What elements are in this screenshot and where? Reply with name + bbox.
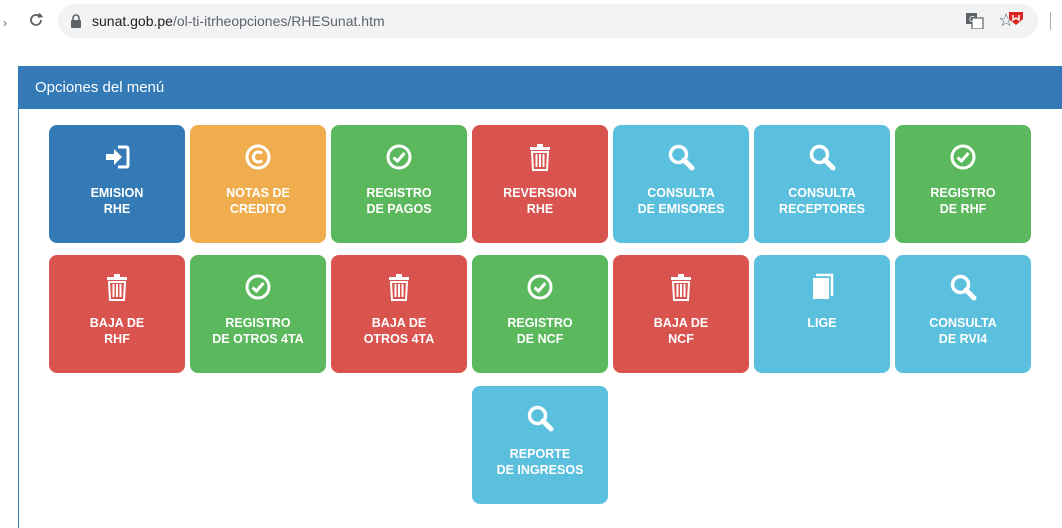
notas-de-credito-tile-button[interactable]: NOTAS DE CREDITO bbox=[190, 125, 326, 243]
registro-de-ncf-tile-button[interactable]: REGISTRO DE NCF bbox=[472, 255, 608, 373]
tile-label-line2: RHE bbox=[103, 202, 131, 216]
copyright-circle-icon bbox=[244, 143, 272, 171]
tile-label-line1: LIGE bbox=[807, 316, 837, 330]
tile-label-line1: REGISTRO bbox=[366, 186, 432, 200]
tile-label-line2: RHF bbox=[104, 332, 130, 346]
trash-icon bbox=[526, 143, 554, 171]
tile-label: REPORTE DE INGRESOS bbox=[472, 446, 608, 478]
url-path: /ol-ti-itrheopciones/RHESunat.htm bbox=[172, 13, 385, 29]
tile-label-line1: NOTAS DE bbox=[226, 186, 290, 200]
reporte-de-ingresos-tile-button[interactable]: REPORTE DE INGRESOS bbox=[472, 386, 608, 504]
panel-title: Opciones del menú bbox=[19, 67, 1062, 109]
consulta-de-rvi4-tile-button[interactable]: CONSULTA DE RVI4 bbox=[895, 255, 1031, 373]
address-bar[interactable]: sunat.gob.pe/ol-ti-itrheopciones/RHESuna… bbox=[58, 4, 1038, 38]
tile-label-line2: DE OTROS 4TA bbox=[212, 332, 304, 346]
lige-tile-button[interactable]: LIGE bbox=[754, 255, 890, 373]
trash-icon bbox=[385, 273, 413, 301]
url-host: sunat.gob.pe bbox=[92, 13, 173, 29]
tile-label: BAJA DE NCF bbox=[613, 315, 749, 347]
tile-label-line2: DE RVI4 bbox=[938, 332, 988, 346]
tile-label: LIGE bbox=[754, 315, 890, 331]
tile-label-line2: DE PAGOS bbox=[366, 202, 432, 216]
tile-label: CONSULTA DE EMISORES bbox=[613, 185, 749, 217]
tile-label: REGISTRO DE NCF bbox=[472, 315, 608, 347]
check-circle-icon bbox=[385, 143, 413, 171]
registro-de-rhf-tile-button[interactable]: REGISTRO DE RHF bbox=[895, 125, 1031, 243]
baja-de-otros-4ta-tile-button[interactable]: BAJA DE OTROS 4TA bbox=[331, 255, 467, 373]
tile-label-line1: CONSULTA bbox=[647, 186, 715, 200]
baja-de-ncf-tile-button[interactable]: BAJA DE NCF bbox=[613, 255, 749, 373]
tile-label-line2: DE RHF bbox=[939, 202, 987, 216]
tile-label: CONSULTA DE RVI4 bbox=[895, 315, 1031, 347]
check-circle-icon bbox=[244, 273, 272, 301]
tile-label: REGISTRO DE RHF bbox=[895, 185, 1031, 217]
consulta-receptores-tile-button[interactable]: CONSULTA RECEPTORES bbox=[754, 125, 890, 243]
tile-label-line2: CREDITO bbox=[229, 202, 287, 216]
tile-label-line2: DE EMISORES bbox=[637, 202, 725, 216]
tile-label-line1: CONSULTA bbox=[929, 316, 997, 330]
book-icon bbox=[808, 273, 836, 301]
tile-label-line1: CONSULTA bbox=[788, 186, 856, 200]
check-circle-icon bbox=[526, 273, 554, 301]
tile-label-line2: RECEPTORES bbox=[779, 202, 865, 216]
tile-label-line2: DE INGRESOS bbox=[496, 463, 584, 477]
consulta-de-emisores-tile-button[interactable]: CONSULTA DE EMISORES bbox=[613, 125, 749, 243]
tile-label-line1: REPORTE bbox=[509, 447, 571, 461]
url-text[interactable]: sunat.gob.pe/ol-ti-itrheopciones/RHESuna… bbox=[92, 13, 385, 29]
tile-label-line2: NCF bbox=[668, 332, 694, 346]
tile-label-line1: REGISTRO bbox=[930, 186, 996, 200]
emision-rhe-tile-button[interactable]: EMISION RHE bbox=[49, 125, 185, 243]
tile-label: EMISION RHE bbox=[49, 185, 185, 217]
tile-label-line1: BAJA DE bbox=[371, 316, 427, 330]
sign-in-icon bbox=[103, 143, 131, 171]
forward-icon[interactable]: › bbox=[3, 16, 7, 30]
tile-label-line1: BAJA DE bbox=[89, 316, 145, 330]
tile-label-line2: RHE bbox=[526, 202, 554, 216]
translate-icon[interactable]: G bbox=[966, 13, 984, 30]
tile-label: REGISTRO DE PAGOS bbox=[331, 185, 467, 217]
tile-label: BAJA DE OTROS 4TA bbox=[331, 315, 467, 347]
registro-de-pagos-tile-button[interactable]: REGISTRO DE PAGOS bbox=[331, 125, 467, 243]
trash-icon bbox=[667, 273, 695, 301]
reload-icon[interactable] bbox=[26, 10, 46, 30]
registro-de-otros-4ta-tile-button[interactable]: REGISTRO DE OTROS 4TA bbox=[190, 255, 326, 373]
tile-label: NOTAS DE CREDITO bbox=[190, 185, 326, 217]
search-icon bbox=[949, 273, 977, 301]
tile-label: REVERSION RHE bbox=[472, 185, 608, 217]
trash-icon bbox=[103, 273, 131, 301]
tile-label-line1: REGISTRO bbox=[225, 316, 291, 330]
search-icon bbox=[667, 143, 695, 171]
search-icon bbox=[526, 404, 554, 432]
tile-label: REGISTRO DE OTROS 4TA bbox=[190, 315, 326, 347]
tile-label-line1: REGISTRO bbox=[507, 316, 573, 330]
search-icon bbox=[808, 143, 836, 171]
extension-shield-icon[interactable] bbox=[1008, 11, 1024, 25]
check-circle-icon bbox=[949, 143, 977, 171]
tile-label: CONSULTA RECEPTORES bbox=[754, 185, 890, 217]
baja-de-rhf-tile-button[interactable]: BAJA DE RHF bbox=[49, 255, 185, 373]
tile-label-line1: EMISION bbox=[90, 186, 144, 200]
tile-label-line1: REVERSION bbox=[503, 186, 577, 200]
svg-text:G: G bbox=[969, 15, 975, 24]
browser-toolbar: › sunat.gob.pe/ol-ti-itrheopciones/RHESu… bbox=[0, 0, 1062, 44]
tile-label-line1: BAJA DE bbox=[653, 316, 709, 330]
reversion-rhe-tile-button[interactable]: REVERSION RHE bbox=[472, 125, 608, 243]
toolbar-divider bbox=[1050, 12, 1051, 30]
tile-label: BAJA DE RHF bbox=[49, 315, 185, 347]
lock-icon[interactable] bbox=[70, 14, 84, 28]
tile-label-line2: DE NCF bbox=[516, 332, 564, 346]
tile-label-line2: OTROS 4TA bbox=[363, 332, 435, 346]
